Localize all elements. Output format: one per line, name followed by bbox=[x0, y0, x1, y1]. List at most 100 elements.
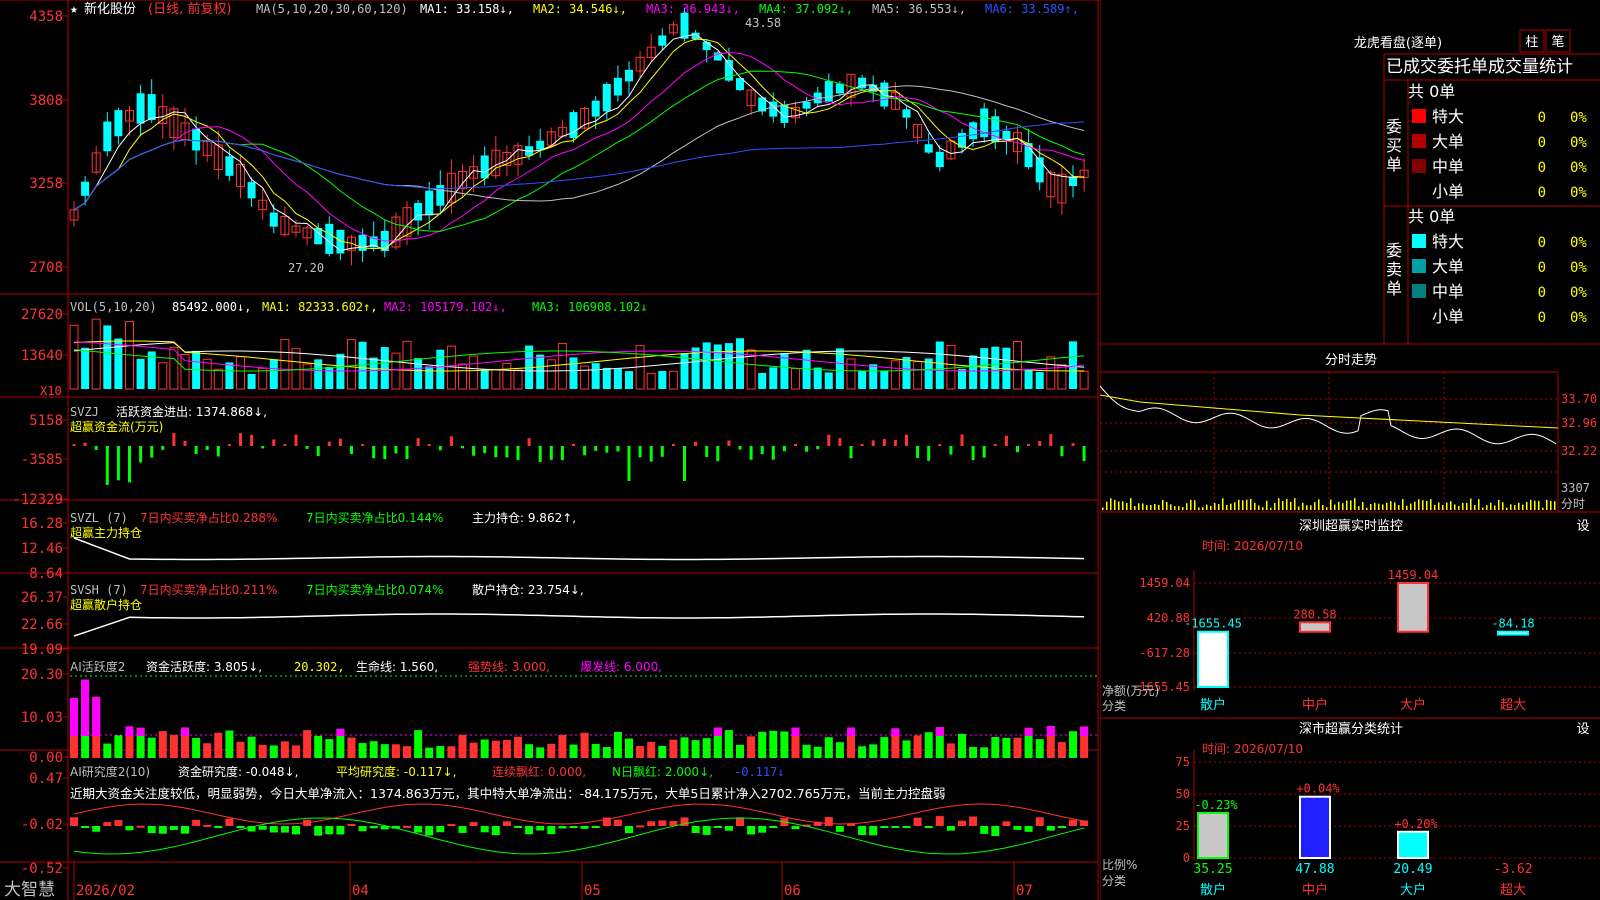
sz-monitor-setting[interactable]: 设 bbox=[1576, 519, 1589, 534]
y-tick-label: 2708 bbox=[29, 260, 63, 276]
stats-change-2: +0.20% bbox=[1394, 817, 1438, 831]
svzl-sub: 超赢主力持仓 bbox=[70, 525, 142, 540]
ai1-bar-top bbox=[1046, 726, 1055, 736]
svzj-bar bbox=[982, 446, 986, 458]
ai2-bar bbox=[691, 826, 700, 834]
stats-value-2: 20.49 bbox=[1393, 862, 1432, 877]
stats-value-3: -3.62 bbox=[1493, 862, 1532, 877]
volume-bar bbox=[414, 358, 423, 389]
ai2-bar bbox=[280, 826, 289, 833]
ai1-bar bbox=[436, 746, 445, 758]
ai2-bar bbox=[724, 826, 733, 831]
intraday-vol-bar bbox=[1246, 499, 1248, 510]
ai1-bar bbox=[480, 739, 489, 758]
volume-bar bbox=[325, 366, 334, 389]
intraday-vol-bar bbox=[1346, 500, 1348, 510]
sell-value-3: 0 bbox=[1538, 310, 1546, 326]
ai2-bar bbox=[469, 822, 478, 826]
intraday-vol-tick: 3307 bbox=[1561, 481, 1590, 495]
volume-bar bbox=[1079, 370, 1089, 390]
svzj-bar bbox=[660, 446, 664, 457]
sz-stats-ylabel1: 比例% bbox=[1102, 858, 1137, 872]
svzj-bar bbox=[1049, 434, 1053, 446]
ai1-bar bbox=[858, 746, 867, 758]
sell-name-3: 小单 bbox=[1432, 307, 1464, 326]
intraday-vol-bar bbox=[1170, 504, 1172, 510]
intraday-vol-bar bbox=[1366, 507, 1368, 510]
intraday-vol-bar bbox=[1214, 503, 1216, 510]
intraday-vol-bar bbox=[1506, 507, 1508, 510]
y-tick-label: 20.30 bbox=[21, 667, 63, 683]
kline-panel[interactable]: ★ 新化股份 (日线, 前复权) MA(5,10,20,30,60,120) M… bbox=[0, 0, 1100, 900]
ai1-bar bbox=[1057, 742, 1066, 758]
sz-stats-setting[interactable]: 设 bbox=[1576, 722, 1589, 737]
volume-bar bbox=[902, 357, 911, 389]
svzj-bar bbox=[405, 446, 409, 460]
svzl-p2: 7日内买卖净占比0.144% bbox=[306, 510, 443, 525]
intraday-vol-bar bbox=[1442, 504, 1444, 510]
ai2-bar bbox=[1057, 826, 1066, 828]
ai1-bar bbox=[447, 746, 456, 758]
sell-value-1: 0 bbox=[1538, 260, 1546, 276]
intraday-vol-bar bbox=[1242, 500, 1244, 510]
monitor-bar-0 bbox=[1197, 630, 1229, 688]
buy-value-1: 0 bbox=[1538, 135, 1546, 151]
candle-down bbox=[902, 109, 911, 118]
sz-stats-ylabel2: 分类 bbox=[1102, 874, 1126, 888]
svzj-bar bbox=[505, 446, 509, 458]
ai2-bar bbox=[92, 826, 101, 832]
ai1-bar bbox=[280, 741, 289, 758]
svzj-bar bbox=[938, 444, 942, 446]
svzj-desc: 活跃资金进出: 1374.868↓, bbox=[116, 404, 267, 419]
ai1-bars bbox=[70, 675, 1098, 758]
intraday-vol-bar bbox=[1514, 505, 1516, 510]
ai2-bar bbox=[369, 826, 378, 829]
ai1-bar bbox=[769, 730, 778, 758]
intraday-vol-bar bbox=[1518, 502, 1520, 510]
ai1-bar bbox=[458, 734, 467, 758]
period-label[interactable]: (日线, 前复权) bbox=[148, 1, 231, 17]
svzj-bar bbox=[705, 446, 709, 457]
candle-down bbox=[602, 83, 611, 112]
intraday-vol-bar bbox=[1538, 500, 1540, 510]
candle-down bbox=[658, 35, 667, 46]
monitor-bar-3 bbox=[1497, 630, 1529, 636]
ai2-bar bbox=[447, 824, 456, 827]
ai2-bar bbox=[1080, 820, 1089, 826]
tick-mode-button[interactable]: 笔 bbox=[1551, 34, 1564, 50]
volume-bar bbox=[291, 348, 301, 390]
svzj-bar bbox=[560, 446, 564, 461]
intraday-vol-bar bbox=[1318, 499, 1320, 510]
ai1-p1: 资金活跃度: 3.805↓, bbox=[146, 659, 262, 674]
monitor-value-2: 1459.04 bbox=[1388, 568, 1439, 582]
candle-down bbox=[269, 212, 278, 227]
ai1-bar bbox=[525, 744, 534, 758]
volume-bar bbox=[369, 357, 378, 389]
ai2-label: AI研究度2(10) bbox=[70, 764, 150, 779]
intraday-vol-bar bbox=[1530, 499, 1532, 510]
intraday-vol-bar bbox=[1418, 499, 1420, 510]
svzj-bar bbox=[1082, 446, 1086, 462]
intraday-vol-bar bbox=[1150, 504, 1152, 510]
bar-mode-button[interactable]: 柱 bbox=[1525, 35, 1538, 50]
svzj-sub: 超赢资金流(万元) bbox=[70, 419, 163, 434]
intraday-vol-bar bbox=[1294, 498, 1296, 510]
ai1-bar bbox=[114, 735, 123, 758]
intraday-chart bbox=[1100, 371, 1559, 513]
sell-value-2: 0 bbox=[1538, 285, 1546, 301]
stock-name[interactable]: 新化股份 bbox=[84, 1, 136, 17]
ai1-bar bbox=[913, 735, 922, 758]
volume-bar bbox=[302, 363, 312, 390]
brand-label[interactable]: 大智慧 bbox=[4, 880, 55, 900]
svzj-bar bbox=[805, 446, 809, 452]
vertical-label-char: 卖 bbox=[1386, 260, 1402, 279]
ai1-bar bbox=[236, 741, 245, 758]
svzj-bar bbox=[416, 438, 420, 446]
svzj-bar bbox=[327, 441, 331, 446]
ai1-bar bbox=[824, 737, 833, 758]
intraday-vol-bar bbox=[1522, 504, 1524, 510]
candle-down bbox=[835, 83, 844, 94]
svzj-bar bbox=[527, 438, 531, 446]
intraday-vol-bar bbox=[1186, 503, 1188, 510]
svzj-bar bbox=[105, 446, 109, 485]
